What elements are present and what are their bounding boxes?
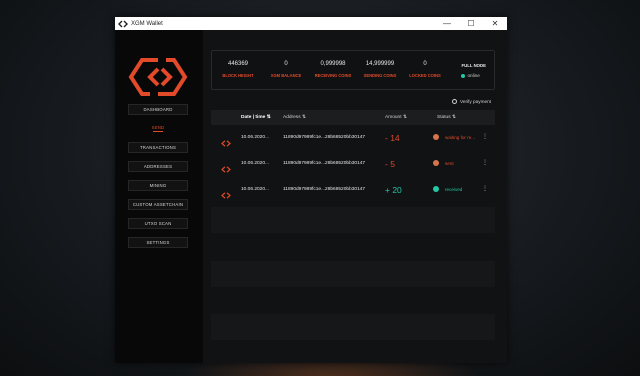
sidebar-item-label: DASHBOARD [143,107,173,112]
row-status: sent [445,161,454,166]
stat-value: 14,999999 [365,61,395,67]
sidebar-item-dashboard[interactable]: DASHBOARD [128,104,188,115]
sidebar-item-custom-assetchain[interactable]: CUSTOM ASSETCHAIN [128,199,188,210]
sidebar-item-utxo-scan[interactable]: UTXO SCAN [128,218,188,229]
table-row[interactable]: 10.06.2020... 11890d97989fc1e...28b68520… [211,125,495,151]
window-title: XGM Wallet [131,20,163,27]
row-address: 11890d97989fc1e...28b68520bb30147 [283,135,366,140]
empty-table-row [211,261,495,287]
sidebar-menu: DASHBOARD SEND TRANSACTIONS ADDRESSES MI… [128,104,188,256]
stat-value: 446369 [227,61,249,67]
row-amount: - 5 [385,159,395,169]
transaction-icon [221,134,231,147]
title-bar: XGM Wallet — ☐ ✕ [115,17,507,30]
stats-panel: 446369 BLOCK HEIGHT 0 XGM BALANCE 0,9999… [211,50,495,90]
row-date: 10.06.2020... [241,135,270,140]
stat-xgm-balance: 0 XGM BALANCE [268,61,304,78]
row-status: received [445,187,463,192]
row-address: 11890d97989fc1e...28b68520bb30147 [283,187,366,192]
stat-value: 0,999998 [320,61,346,67]
verify-check-icon [451,99,457,104]
stat-value: 0 [284,61,288,67]
row-date: 10.06.2020... [241,161,270,166]
status-dot-icon [433,134,439,140]
row-status: waiting for re... [445,135,476,140]
sidebar-item-settings[interactable]: SETTINGS [128,237,188,248]
sidebar-item-mining[interactable]: MINING [128,180,188,191]
stat-value: 0 [423,61,427,67]
row-amount: + 20 [385,185,402,195]
transaction-icon [221,160,231,173]
column-header-address[interactable]: Address ⇅ [283,115,306,120]
stat-block-height: 446369 BLOCK HEIGHT [220,61,256,78]
sidebar-item-label: TRANSACTIONS [139,145,177,150]
row-address: 11890d97989fc1e...28b68520bb30147 [283,161,366,166]
sidebar-item-label: SETTINGS [146,240,170,245]
transactions-table: Date | time ⇅ Address ⇅ Amount ⇅ Status … [211,110,495,203]
close-button[interactable]: ✕ [483,17,507,30]
maximize-button[interactable]: ☐ [459,17,483,30]
stat-label: LOCKED COINS [409,73,441,78]
active-indicator [153,131,163,132]
node-type-label: FULL NODE [461,63,486,68]
minimize-button[interactable]: — [435,17,459,30]
column-header-date[interactable]: Date | time ⇅ [241,115,271,120]
sidebar-item-label: UTXO SCAN [144,221,172,226]
main-panel: 446369 BLOCK HEIGHT 0 XGM BALANCE 0,9999… [203,30,507,363]
stat-label: RECEIVING COINS [314,73,352,78]
more-vertical-icon[interactable]: ⋮ [482,159,488,166]
stat-receiving-coins: 0,999998 RECEIVING COINS [312,61,354,78]
sidebar-item-label: SEND [151,125,165,130]
empty-table-row [211,207,495,233]
more-vertical-icon[interactable]: ⋮ [482,133,488,140]
stat-label: SENDING COINS [363,73,397,78]
empty-table-row [211,314,495,340]
sidebar-item-send[interactable]: SEND [128,123,188,134]
node-status: FULL NODE online [461,63,486,78]
row-date: 10.06.2020... [241,187,270,192]
online-dot-icon [461,73,466,78]
status-dot-icon [433,186,439,192]
stat-sending-coins: 14,999999 SENDING COINS [360,61,400,78]
sidebar-item-label: MINING [149,183,167,188]
verify-payment-link[interactable]: Verify payment [451,99,491,104]
stat-label: BLOCK HEIGHT [222,73,254,78]
sidebar-item-label: CUSTOM ASSETCHAIN [132,202,184,207]
table-header: Date | time ⇅ Address ⇅ Amount ⇅ Status … [211,110,495,125]
app-window: XGM Wallet — ☐ ✕ DASHBOARD SEND TRANSACT… [115,17,507,363]
more-vertical-icon[interactable]: ⋮ [482,185,488,192]
stat-label: XGM BALANCE [270,73,302,78]
transaction-icon [221,186,231,199]
sidebar: DASHBOARD SEND TRANSACTIONS ADDRESSES MI… [115,30,203,363]
table-row[interactable]: 10.06.2020... 11890d97989fc1e...28b68520… [211,177,495,203]
column-header-amount[interactable]: Amount ⇅ [385,115,407,120]
xgm-logo-icon [128,57,188,97]
column-header-status[interactable]: Status ⇅ [437,115,456,120]
sidebar-item-addresses[interactable]: ADDRESSES [128,161,188,172]
verify-payment-label: Verify payment [459,99,491,104]
table-row[interactable]: 10.06.2020... 11890d97989fc1e...28b68520… [211,151,495,177]
xgm-logo-icon [118,20,128,28]
node-state-text: online [467,73,480,78]
sidebar-item-transactions[interactable]: TRANSACTIONS [128,142,188,153]
stat-locked-coins: 0 LOCKED COINS [406,61,444,78]
row-amount: - 14 [385,133,400,143]
sidebar-item-label: ADDRESSES [143,164,173,169]
status-dot-icon [433,160,439,166]
